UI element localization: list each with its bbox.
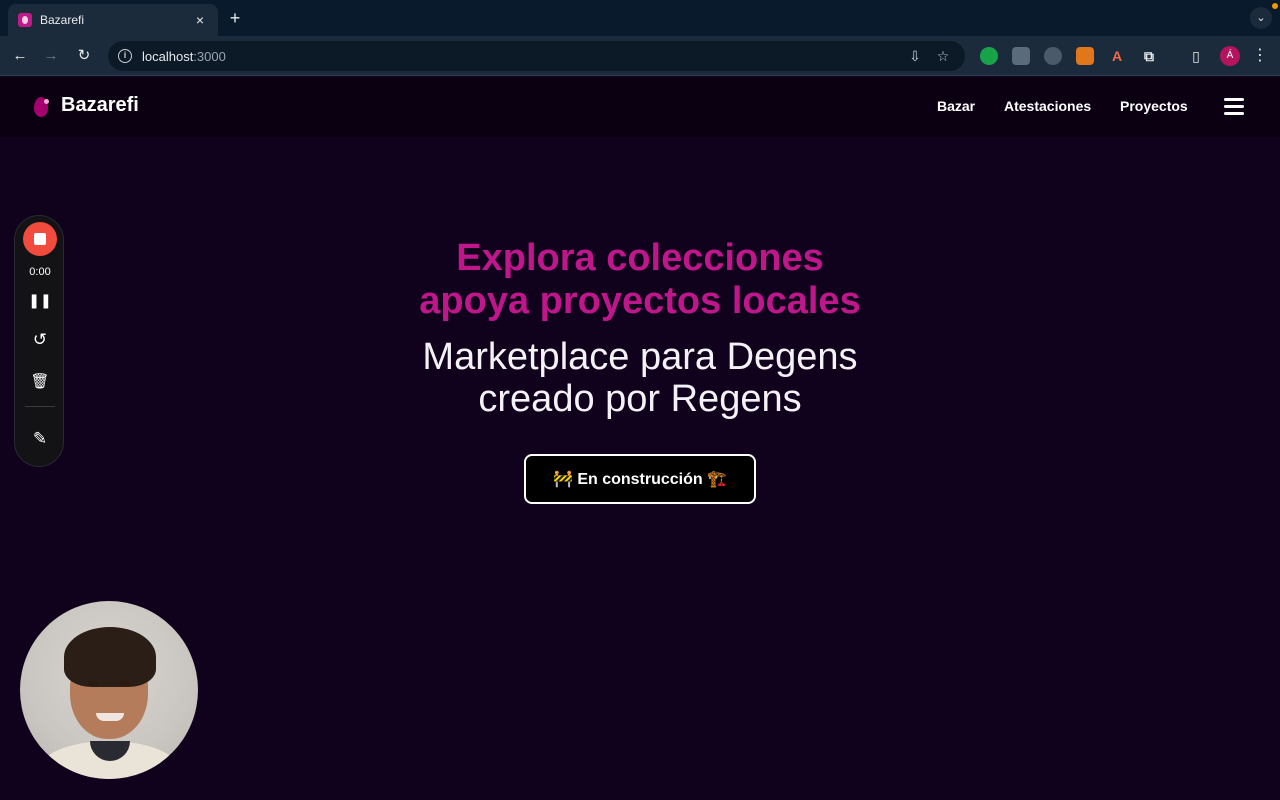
draw-pencil-icon[interactable]: ✎ — [28, 427, 52, 451]
browser-tab[interactable]: Bazarefi × — [8, 4, 218, 36]
webcam-person-hair — [64, 627, 156, 687]
extension-ud-icon[interactable] — [1044, 47, 1062, 65]
menu-hamburger-icon[interactable] — [1224, 98, 1244, 115]
install-app-icon[interactable]: ⇩ — [906, 47, 924, 65]
new-tab-button[interactable]: + — [224, 8, 246, 30]
browser-tab-bar: Bazarefi × + ⌄ — [0, 0, 1280, 36]
recording-timer: 0:00 — [29, 266, 51, 278]
hero-title-line-1: Marketplace para Degens — [422, 336, 858, 378]
profile-avatar[interactable]: Á — [1220, 46, 1240, 66]
nav-link-bazar[interactable]: Bazar — [937, 98, 975, 114]
back-icon[interactable]: ← — [9, 45, 31, 67]
extensions-puzzle-icon[interactable]: ⧉ — [1140, 47, 1158, 65]
nav-link-atestaciones[interactable]: Atestaciones — [1004, 98, 1091, 114]
webcam-person-smile — [96, 713, 124, 721]
favicon-icon — [18, 13, 32, 27]
extension-green-icon[interactable] — [980, 47, 998, 65]
hero-accent-line-1: Explora colecciones — [456, 237, 824, 279]
recorder-divider — [25, 406, 55, 407]
browser-menu-icon[interactable]: ⋮ — [1252, 46, 1268, 66]
hero-title-line-2: creado por Regens — [478, 378, 802, 420]
address-bar[interactable]: i localhost:3000 ⇩ ☆ — [108, 41, 965, 71]
hero-accent-line-2: apoya proyectos locales — [419, 280, 861, 322]
side-panel-icon[interactable]: ▯ — [1187, 47, 1205, 65]
forward-icon[interactable]: → — [40, 45, 62, 67]
metamask-fox-icon[interactable] — [1076, 47, 1094, 65]
extension-a-icon[interactable]: A — [1108, 47, 1126, 65]
nav-link-proyectos[interactable]: Proyectos — [1120, 98, 1188, 114]
reload-icon[interactable]: ↻ — [73, 45, 95, 67]
restart-icon[interactable]: ↺ — [28, 328, 52, 352]
brand-name[interactable]: Bazarefi — [61, 94, 139, 117]
under-construction-button[interactable]: 🚧 En construcción 🏗️ — [524, 454, 756, 504]
hero-title: Marketplace para Degens creado por Regen… — [340, 336, 940, 420]
close-tab-icon[interactable]: × — [192, 12, 208, 28]
url-port: :3000 — [193, 48, 226, 64]
hero-section: Explora colecciones apoya proyectos loca… — [340, 237, 940, 420]
webcam-person-eye — [120, 681, 130, 686]
pause-icon[interactable]: ❚❚ — [28, 288, 52, 312]
site-header: Bazarefi Bazar Atestaciones Proyectos — [0, 77, 1280, 137]
webcam-person-eye — [88, 681, 98, 686]
tab-title: Bazarefi — [40, 13, 85, 27]
delete-trash-icon[interactable]: 🗑 — [28, 370, 52, 394]
notification-dot — [1272, 3, 1278, 9]
browser-toolbar: ← → ↻ i localhost:3000 ⇩ ☆ A ⧉ ▯ Á ⋮ — [0, 36, 1280, 76]
bookmark-star-icon[interactable]: ☆ — [934, 47, 952, 65]
site-info-icon[interactable]: i — [118, 49, 132, 63]
webcam-bubble[interactable] — [20, 601, 198, 779]
stop-recording-button[interactable] — [23, 222, 57, 256]
logo-icon[interactable] — [34, 97, 49, 117]
extension-wallet-icon[interactable] — [1012, 47, 1030, 65]
tab-search-button[interactable]: ⌄ — [1250, 7, 1272, 29]
url-host: localhost — [142, 48, 194, 64]
recorder-toolbar: 0:00 ❚❚ ↺ 🗑 ✎ — [14, 215, 64, 467]
